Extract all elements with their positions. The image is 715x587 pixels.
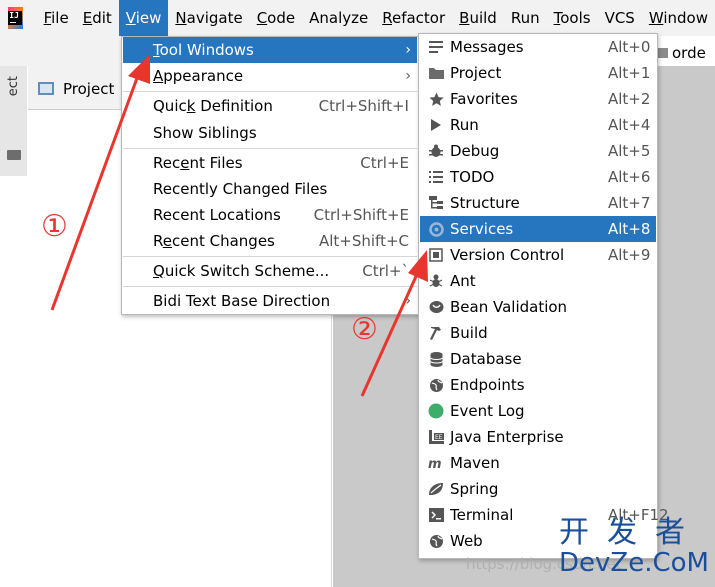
- arrow-2-head: [408, 250, 428, 282]
- brand-en: DevZe.CoM: [559, 548, 709, 578]
- arrow-1: [50, 69, 142, 311]
- arrow-1-head: [128, 54, 150, 84]
- annotation-step-2: ②: [351, 312, 378, 347]
- annotation-arrows: [50, 54, 428, 397]
- brand-cn: 开发者: [559, 515, 703, 550]
- annotation-step-1: ①: [41, 209, 68, 244]
- devze-logo: 开发者 DevZe.CoM: [559, 518, 709, 584]
